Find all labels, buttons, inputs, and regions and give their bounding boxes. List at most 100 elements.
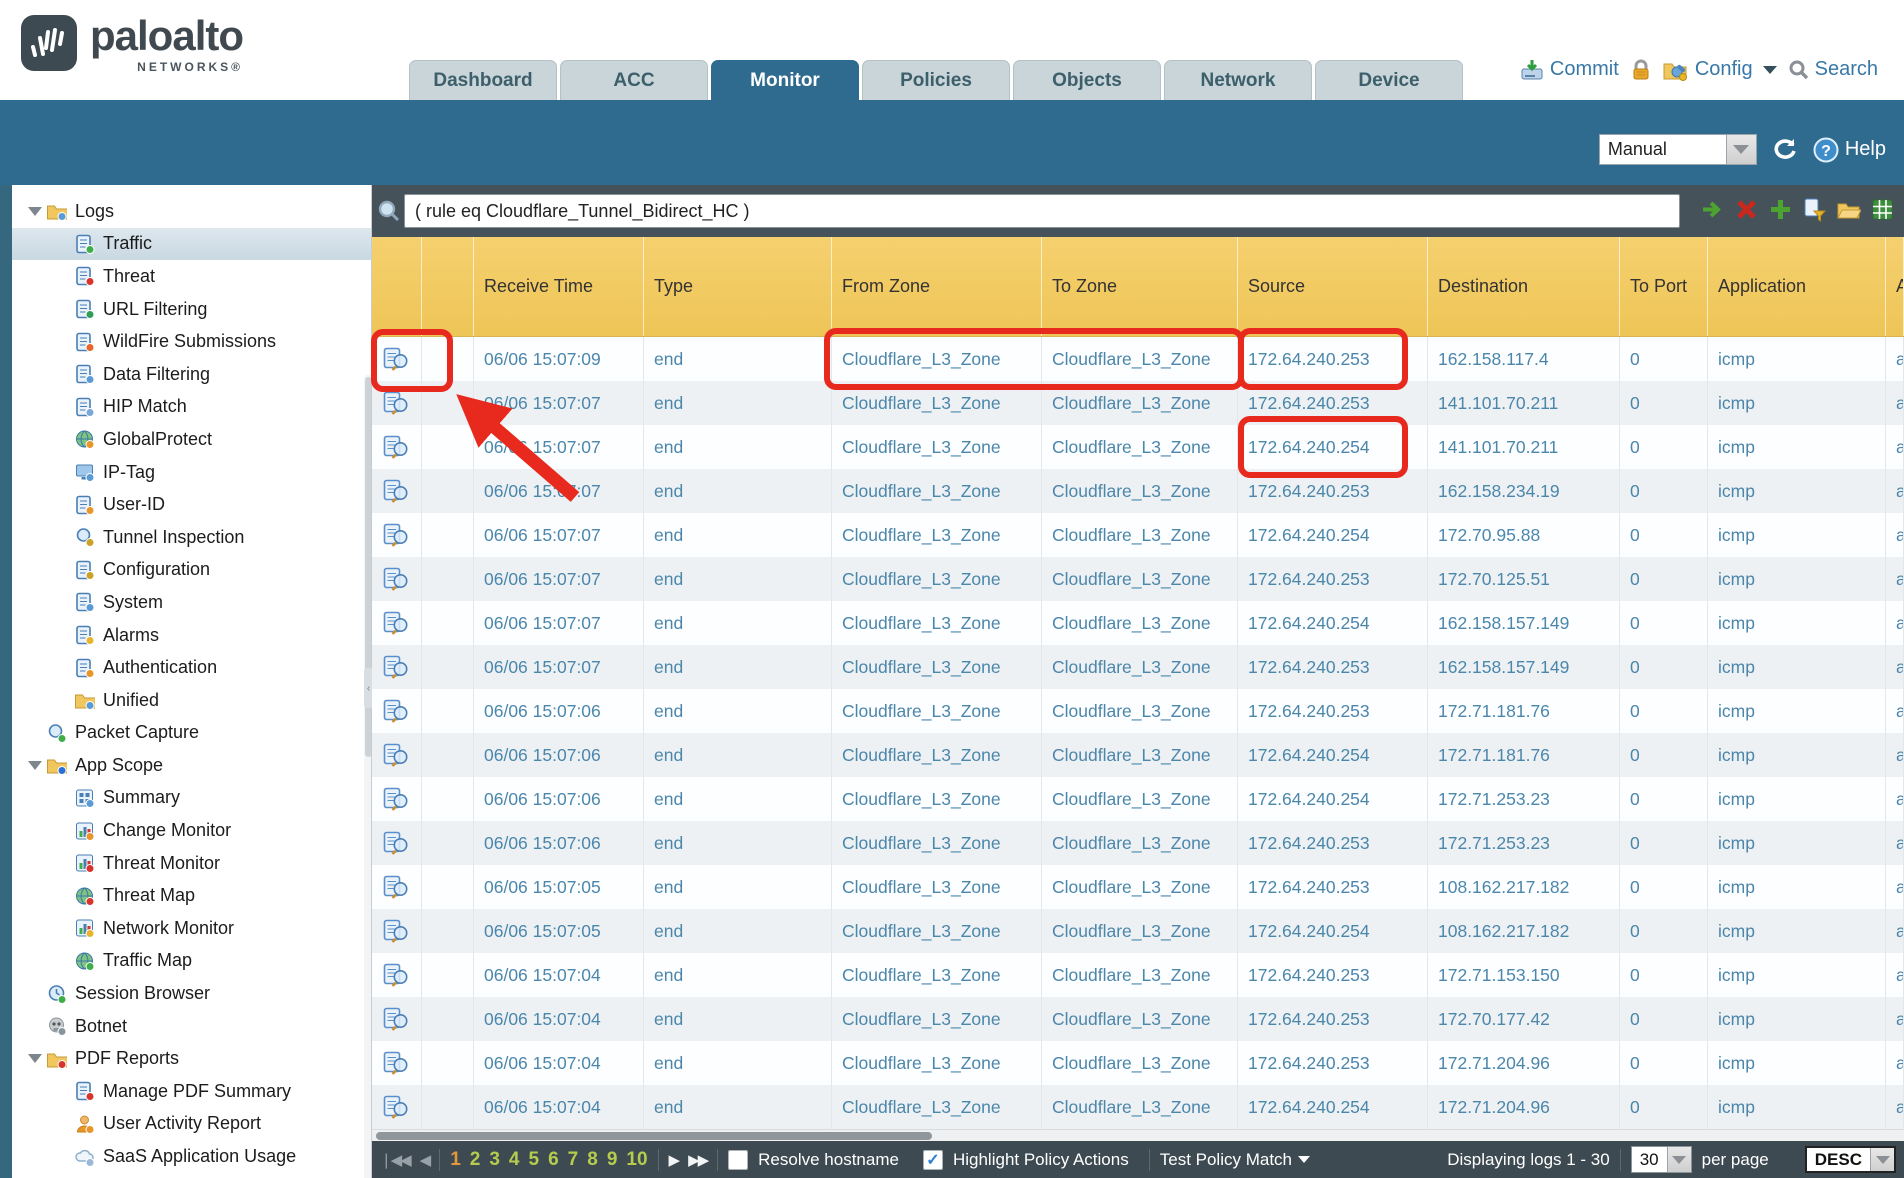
sidebar-item-botnet[interactable]: Botnet (12, 1010, 371, 1043)
horizontal-scrollbar[interactable] (372, 1129, 1904, 1141)
clear-filter-button[interactable] (1733, 196, 1760, 223)
column-header-action[interactable]: A (1886, 237, 1904, 336)
log-detail-button[interactable] (372, 909, 422, 953)
page-number-5[interactable]: 5 (529, 1149, 540, 1171)
column-header-to_zone[interactable]: To Zone (1042, 237, 1238, 336)
sidebar-item-threat-map[interactable]: Threat Map (12, 879, 371, 912)
sidebar-item-data-filtering[interactable]: Data Filtering (12, 358, 371, 391)
page-number-7[interactable]: 7 (568, 1149, 579, 1171)
export-button[interactable] (1869, 196, 1896, 223)
per-page-select[interactable]: 30 (1631, 1146, 1692, 1173)
sidebar-item-threat[interactable]: Threat (12, 260, 371, 293)
tab-objects[interactable]: Objects (1013, 60, 1161, 100)
prev-page-button[interactable]: ◀ (420, 1151, 430, 1169)
sidebar-item-user-id[interactable]: User-ID (12, 488, 371, 521)
log-detail-button[interactable] (372, 953, 422, 997)
sidebar-item-tunnel-inspection[interactable]: Tunnel Inspection (12, 521, 371, 554)
sidebar-item-session-browser[interactable]: Session Browser (12, 977, 371, 1010)
sidebar-item-saas-application-usage[interactable]: SaaS Application Usage (12, 1140, 371, 1173)
sidebar-item-ip-tag[interactable]: IP-Tag (12, 456, 371, 489)
help-button[interactable]: ? Help (1813, 137, 1886, 163)
column-header-destination[interactable]: Destination (1428, 237, 1620, 336)
sidebar-item-network-monitor[interactable]: Network Monitor (12, 912, 371, 945)
log-detail-button[interactable] (372, 513, 422, 557)
log-detail-button[interactable] (372, 1085, 422, 1129)
log-detail-button[interactable] (372, 689, 422, 733)
sidebar-item-alarms[interactable]: Alarms (12, 619, 371, 652)
tab-monitor[interactable]: Monitor (711, 60, 859, 100)
sidebar-item-logs[interactable]: Logs (12, 195, 371, 228)
column-header-application[interactable]: Application (1708, 237, 1886, 336)
column-header-from_zone[interactable]: From Zone (832, 237, 1042, 336)
sidebar-scrollbar[interactable] (364, 375, 372, 1178)
sidebar-item-threat-monitor[interactable]: Threat Monitor (12, 847, 371, 880)
refresh-interval-select[interactable]: Manual (1599, 134, 1757, 165)
column-header-to_port[interactable]: To Port (1620, 237, 1708, 336)
page-number-8[interactable]: 8 (587, 1149, 598, 1171)
tab-dashboard[interactable]: Dashboard (409, 60, 557, 100)
load-filter-button[interactable] (1835, 196, 1862, 223)
page-number-4[interactable]: 4 (509, 1149, 520, 1171)
horizontal-scrollbar-thumb[interactable] (376, 1132, 932, 1140)
log-detail-button[interactable] (372, 645, 422, 689)
log-detail-button[interactable] (372, 865, 422, 909)
column-header-type[interactable]: Type (644, 237, 832, 336)
next-page-button[interactable]: ▶ (669, 1151, 679, 1169)
sidebar-item-traffic-map[interactable]: Traffic Map (12, 945, 371, 978)
sidebar-item-traffic[interactable]: Traffic (12, 228, 371, 261)
expander-icon[interactable] (24, 1054, 46, 1063)
refresh-icon[interactable] (1771, 137, 1799, 163)
per-page-dropdown-button[interactable] (1667, 1147, 1691, 1172)
test-policy-match-button[interactable]: Test Policy Match (1160, 1150, 1310, 1170)
resolve-hostname-checkbox[interactable] (728, 1150, 748, 1170)
page-number-1[interactable]: 1 (450, 1149, 461, 1171)
tab-acc[interactable]: ACC (560, 60, 708, 100)
page-number-10[interactable]: 10 (626, 1149, 647, 1171)
log-detail-button[interactable] (372, 821, 422, 865)
sort-order-dropdown-button[interactable] (1870, 1148, 1894, 1171)
global-search-button[interactable]: Search (1789, 58, 1878, 81)
page-number-2[interactable]: 2 (470, 1149, 481, 1171)
log-detail-button[interactable] (372, 337, 422, 381)
column-header-receive_time[interactable]: Receive Time (474, 237, 644, 336)
page-number-9[interactable]: 9 (607, 1149, 618, 1171)
refresh-interval-dropdown-button[interactable] (1726, 135, 1756, 164)
sidebar-item-packet-capture[interactable]: Packet Capture (12, 717, 371, 750)
sidebar-item-hip-match[interactable]: HIP Match (12, 391, 371, 424)
sidebar-item-globalprotect[interactable]: GlobalProtect (12, 423, 371, 456)
sidebar-item-unified[interactable]: Unified (12, 684, 371, 717)
sidebar-item-wildfire-submissions[interactable]: WildFire Submissions (12, 325, 371, 358)
lock-icon[interactable] (1631, 59, 1651, 81)
sidebar-item-manage-pdf-summary[interactable]: Manage PDF Summary (12, 1075, 371, 1108)
log-detail-button[interactable] (372, 381, 422, 425)
log-detail-button[interactable] (372, 733, 422, 777)
sidebar-item-user-activity-report[interactable]: User Activity Report (12, 1108, 371, 1141)
expander-icon[interactable] (24, 761, 46, 770)
sidebar-item-url-filtering[interactable]: URL Filtering (12, 293, 371, 326)
first-page-button[interactable]: ❘◀◀ (380, 1151, 410, 1169)
tab-network[interactable]: Network (1164, 60, 1312, 100)
sidebar-item-authentication[interactable]: Authentication (12, 651, 371, 684)
page-number-6[interactable]: 6 (548, 1149, 559, 1171)
sidebar-item-app-scope[interactable]: App Scope (12, 749, 371, 782)
last-page-button[interactable]: ▶▶ (688, 1151, 707, 1169)
tab-device[interactable]: Device (1315, 60, 1463, 100)
sidebar-item-summary[interactable]: Summary (12, 782, 371, 815)
log-detail-button[interactable] (372, 557, 422, 601)
log-filter-input[interactable] (404, 194, 1680, 228)
sidebar-item-change-monitor[interactable]: Change Monitor (12, 814, 371, 847)
sidebar-item-pdf-reports[interactable]: PDF Reports (12, 1042, 371, 1075)
add-filter-button[interactable] (1767, 196, 1794, 223)
log-detail-button[interactable] (372, 469, 422, 513)
highlight-policy-actions-checkbox[interactable]: ✓ (923, 1150, 943, 1170)
save-filter-button[interactable] (1801, 196, 1828, 223)
log-detail-button[interactable] (372, 1041, 422, 1085)
tab-policies[interactable]: Policies (862, 60, 1010, 100)
apply-filter-button[interactable] (1699, 196, 1726, 223)
column-header-source[interactable]: Source (1238, 237, 1428, 336)
log-detail-button[interactable] (372, 601, 422, 645)
log-detail-button[interactable] (372, 997, 422, 1041)
page-number-3[interactable]: 3 (489, 1149, 500, 1171)
sidebar-item-configuration[interactable]: Configuration (12, 554, 371, 587)
log-detail-button[interactable] (372, 425, 422, 469)
